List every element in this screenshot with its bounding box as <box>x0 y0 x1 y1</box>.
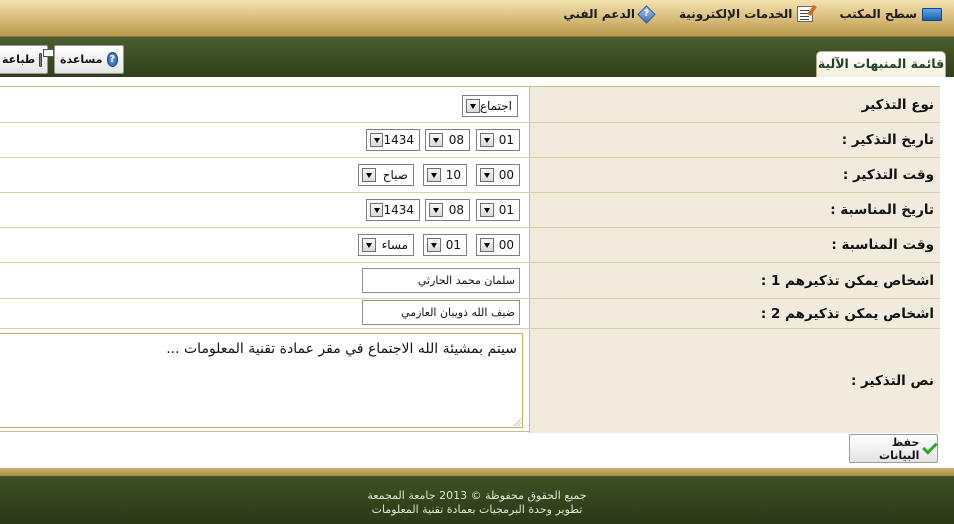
occasion-minute-select[interactable]: 01 <box>423 234 467 256</box>
footer-divider <box>0 468 954 476</box>
nav-support-label: الدعم الفني <box>563 7 636 21</box>
persons2-input[interactable]: ضيف الله ذويبان العازمي <box>362 300 520 325</box>
chevron-down-icon <box>466 99 480 113</box>
reminder-type-value: اجتماع <box>479 99 512 113</box>
occasion-minute-value: 01 <box>445 238 461 252</box>
support-icon: ? <box>637 4 656 24</box>
top-bar: سطح المكتب الخدمات الإلكترونية ? الدعم ا… <box>0 0 954 37</box>
save-button[interactable]: حفظ البيانات <box>849 434 938 463</box>
persons1-label: اشخاص يمكن تذكيرهم 1 : <box>529 263 940 298</box>
row-reminder-date: تاريخ التذكير : 01 08 1434 <box>0 123 940 158</box>
footer-credit: تطوير وحدة البرمجيات بعمادة تقنية المعلو… <box>371 503 583 516</box>
reminder-year-value: 1434 <box>383 133 414 147</box>
reminder-year-select[interactable]: 1434 <box>366 129 420 151</box>
row-persons-2: اشخاص يمكن تذكيرهم 2 : ضيف الله ذويبان ا… <box>0 299 940 329</box>
help-button-label: مساعدة <box>60 53 103 66</box>
eservices-icon <box>797 6 814 22</box>
reminder-month-select[interactable]: 08 <box>425 129 470 151</box>
help-button[interactable]: ? مساعدة <box>54 45 124 74</box>
nav-eservices-label: الخدمات الإلكترونية <box>679 7 793 21</box>
reminder-type-select[interactable]: اجتماع <box>462 95 518 117</box>
print-button-label: طباعة <box>2 53 36 66</box>
row-occasion-date: تاريخ المناسبة : 01 08 1434 <box>0 193 940 228</box>
reminder-date-label: تاريخ التذكير : <box>529 123 940 157</box>
chevron-down-icon <box>480 168 494 182</box>
chevron-down-icon <box>370 133 384 147</box>
occasion-year-value: 1434 <box>383 203 414 217</box>
persons2-label: اشخاص يمكن تذكيرهم 2 : <box>529 299 940 328</box>
toolbar-band <box>0 37 954 77</box>
chevron-down-icon <box>362 238 376 252</box>
chevron-down-icon <box>427 168 441 182</box>
footer: جميع الحقوق محفوظة © 2013 جامعة المجمعة … <box>0 476 954 524</box>
occasion-year-select[interactable]: 1434 <box>366 199 420 221</box>
chevron-down-icon <box>370 203 384 217</box>
row-occasion-time: وقت المناسبة : 00 01 مساء <box>0 228 940 263</box>
tab-auto-reminders[interactable]: قائمة المنبهات الآلية <box>816 51 946 77</box>
reminder-text-label: نص التذكير : <box>529 329 940 433</box>
occasion-hour-select[interactable]: 00 <box>476 234 520 256</box>
reminder-minute-value: 10 <box>445 168 461 182</box>
chevron-down-icon <box>480 238 494 252</box>
top-nav: سطح المكتب الخدمات الإلكترونية ? الدعم ا… <box>563 4 942 24</box>
chevron-down-icon <box>362 168 376 182</box>
nav-desktop[interactable]: سطح المكتب <box>839 6 942 22</box>
chevron-down-icon <box>429 133 443 147</box>
reminder-hour-value: 00 <box>498 168 514 182</box>
row-reminder-text: نص التذكير : سيتم بمشيئة الله الاجتماع ف… <box>0 329 940 433</box>
chevron-down-icon <box>480 133 494 147</box>
reminder-text-area[interactable]: سيتم بمشيئة الله الاجتماع في مقر عمادة ت… <box>0 333 523 428</box>
chevron-down-icon <box>429 203 443 217</box>
chevron-down-icon <box>480 203 494 217</box>
desktop-icon <box>922 7 942 21</box>
reminder-period-value: صباح <box>382 168 408 182</box>
reminder-month-value: 08 <box>448 133 464 147</box>
print-button[interactable]: طباعة <box>0 45 54 74</box>
row-persons-1: اشخاص يمكن تذكيرهم 1 : سلمان محمد الحارث… <box>0 263 940 299</box>
nav-support[interactable]: ? الدعم الفني <box>563 4 656 24</box>
save-button-label: حفظ البيانات <box>879 435 920 462</box>
printer-icon <box>39 48 54 67</box>
nav-desktop-label: سطح المكتب <box>839 7 917 21</box>
reminder-minute-select[interactable]: 10 <box>423 164 467 186</box>
occasion-hour-value: 00 <box>498 238 514 252</box>
occasion-day-value: 01 <box>498 203 514 217</box>
occasion-month-select[interactable]: 08 <box>425 199 470 221</box>
chevron-down-icon <box>427 238 441 252</box>
reminder-period-select[interactable]: صباح <box>358 164 414 186</box>
reminder-day-select[interactable]: 01 <box>476 129 520 151</box>
reminder-form: نوع التذكير اجتماع تاريخ التذكير : 01 08… <box>0 86 940 433</box>
occasion-month-value: 08 <box>448 203 464 217</box>
persons1-input[interactable]: سلمان محمد الحارثي <box>362 268 520 293</box>
help-icon: ? <box>106 52 118 67</box>
reminder-hour-select[interactable]: 00 <box>476 164 520 186</box>
reminder-type-label: نوع التذكير <box>529 87 940 122</box>
occasion-time-label: وقت المناسبة : <box>529 228 940 262</box>
row-reminder-time: وقت التذكير : 00 10 صباح <box>0 158 940 193</box>
nav-eservices[interactable]: الخدمات الإلكترونية <box>679 6 814 22</box>
footer-copyright: جميع الحقوق محفوظة © 2013 جامعة المجمعة <box>367 489 587 502</box>
row-reminder-type: نوع التذكير اجتماع <box>0 87 940 123</box>
occasion-period-select[interactable]: مساء <box>358 234 414 256</box>
checkmark-icon <box>922 438 938 455</box>
occasion-day-select[interactable]: 01 <box>476 199 520 221</box>
reminder-time-label: وقت التذكير : <box>529 158 940 192</box>
occasion-period-value: مساء <box>381 238 408 252</box>
reminder-day-value: 01 <box>498 133 514 147</box>
occasion-date-label: تاريخ المناسبة : <box>529 193 940 227</box>
